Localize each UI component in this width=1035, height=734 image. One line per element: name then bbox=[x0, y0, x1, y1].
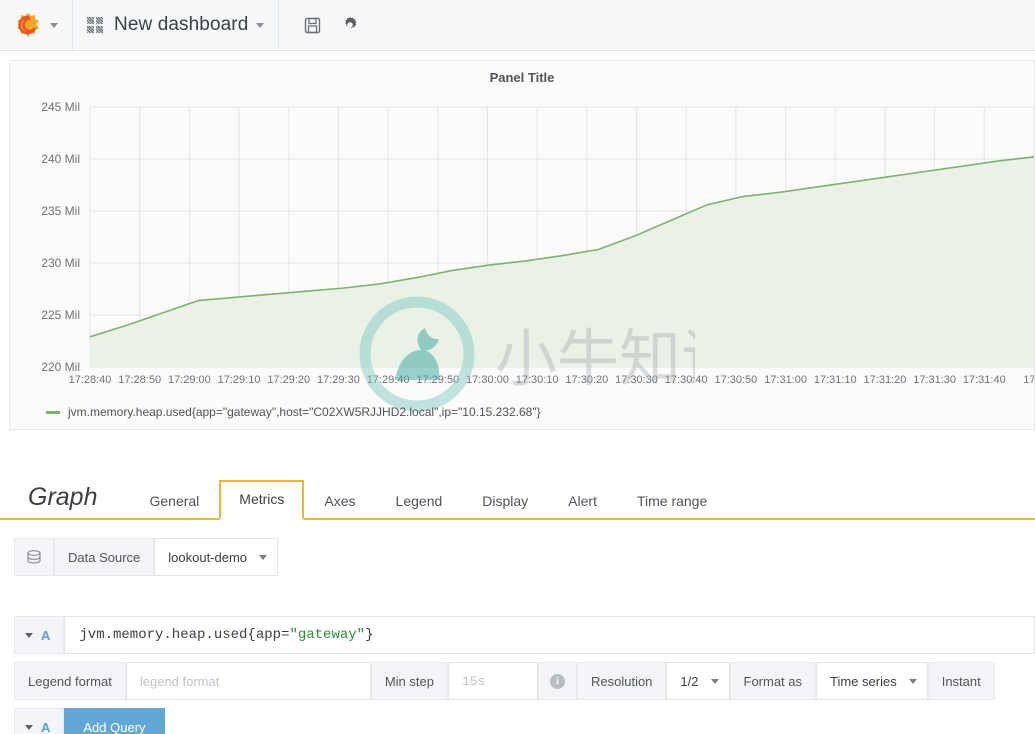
legend-format-input[interactable]: legend format bbox=[125, 662, 371, 700]
svg-text:17:28:50: 17:28:50 bbox=[118, 374, 161, 386]
top-navbar: New dashboard bbox=[0, 0, 1035, 51]
chevron-down-icon bbox=[259, 554, 268, 560]
save-disk-icon[interactable] bbox=[293, 0, 331, 50]
graph-plot-area[interactable]: 220 Mil 225 Mil 230 Mil 235 Mil 240 Mil 245 M… bbox=[10, 87, 1034, 427]
svg-text:17:31:20: 17:31:20 bbox=[864, 374, 907, 386]
graph-panel: Panel Title 220 Mil 225 Mil 230 Mil 235 Mil… bbox=[9, 60, 1035, 430]
datasource-value: lookout-demo bbox=[168, 549, 248, 565]
instant-toggle[interactable]: Instant bbox=[927, 662, 995, 700]
chevron-down-icon bbox=[50, 22, 58, 28]
svg-text:17:29:20: 17:29:20 bbox=[267, 374, 310, 386]
svg-text:17:30:00: 17:30:00 bbox=[466, 374, 509, 386]
navbar-actions bbox=[279, 0, 383, 50]
min-step-input[interactable]: 15s bbox=[447, 662, 538, 700]
chevron-down-icon bbox=[25, 632, 33, 638]
resolution-value: 1/2 bbox=[680, 673, 699, 689]
format-as-select[interactable]: Time series bbox=[816, 662, 928, 700]
panel-editor: Graph General Metrics Axes Legend Displa… bbox=[0, 472, 1035, 734]
chevron-down-icon bbox=[710, 678, 719, 684]
gear-icon[interactable] bbox=[331, 0, 369, 50]
tab-legend[interactable]: Legend bbox=[376, 482, 463, 520]
tab-general[interactable]: General bbox=[129, 482, 219, 520]
svg-text:17:30:40: 17:30:40 bbox=[665, 374, 708, 386]
chevron-down-icon bbox=[25, 724, 33, 730]
svg-text:245 Mil: 245 Mil bbox=[41, 100, 80, 114]
query-options-row: Legend format legend format Min step 15s… bbox=[14, 662, 1035, 700]
add-query-filler bbox=[165, 708, 1035, 734]
svg-text:17:31:00: 17:31:00 bbox=[764, 374, 807, 386]
svg-text:17:30:20: 17:30:20 bbox=[565, 374, 608, 386]
add-query-button[interactable]: Add Query bbox=[64, 708, 165, 734]
add-query-refid[interactable]: A bbox=[14, 708, 65, 734]
graph-svg: 220 Mil 225 Mil 230 Mil 235 Mil 240 Mil 245 M… bbox=[41, 100, 1034, 386]
datasource-row-filler bbox=[278, 538, 1035, 576]
tab-metrics[interactable]: Metrics bbox=[219, 480, 305, 520]
dashboard-picker[interactable]: New dashboard bbox=[73, 0, 280, 50]
svg-text:225 Mil: 225 Mil bbox=[41, 308, 80, 322]
row-gap bbox=[14, 584, 1035, 616]
query-expr-plain: jvm.memory.heap.used{app= bbox=[79, 627, 290, 643]
format-as-label: Format as bbox=[729, 662, 817, 700]
datasource-select[interactable]: lookout-demo bbox=[154, 538, 279, 576]
navbar-filler bbox=[383, 0, 1035, 50]
info-icon-glyph: i bbox=[549, 673, 565, 689]
query-refid-label: A bbox=[41, 627, 51, 643]
info-icon[interactable]: i bbox=[537, 662, 577, 700]
svg-text:240 Mil: 240 Mil bbox=[41, 152, 80, 166]
svg-text:17:30:10: 17:30:10 bbox=[516, 374, 559, 386]
graph-legend[interactable]: jvm.memory.heap.used{app="gateway",host=… bbox=[46, 405, 541, 419]
query-refid-a[interactable]: A bbox=[14, 616, 65, 654]
svg-text:235 Mil: 235 Mil bbox=[41, 204, 80, 218]
database-icon bbox=[14, 538, 54, 576]
chevron-down-icon bbox=[908, 678, 917, 684]
tab-display[interactable]: Display bbox=[462, 482, 548, 520]
query-expression-input[interactable]: jvm.memory.heap.used{app= "gateway"} bbox=[64, 616, 1035, 654]
svg-text:17:29:00: 17:29:00 bbox=[168, 374, 211, 386]
svg-text:17:31:30: 17:31:30 bbox=[913, 374, 956, 386]
svg-text:17:28:40: 17:28:40 bbox=[69, 374, 112, 386]
svg-text:17:30:30: 17:30:30 bbox=[615, 374, 658, 386]
svg-text:17:31:40: 17:31:40 bbox=[963, 374, 1006, 386]
query-expr-string: "gateway" bbox=[289, 627, 366, 643]
legend-color-swatch bbox=[46, 410, 60, 414]
add-query-refid-label: A bbox=[41, 719, 51, 734]
svg-text:220 Mil: 220 Mil bbox=[41, 360, 80, 374]
editor-kind-label: Graph bbox=[28, 483, 98, 511]
svg-text:230 Mil: 230 Mil bbox=[41, 256, 80, 270]
tab-time-range[interactable]: Time range bbox=[617, 482, 727, 520]
tab-alert[interactable]: Alert bbox=[548, 482, 617, 520]
tab-axes[interactable]: Axes bbox=[304, 482, 375, 520]
svg-text:17:29:10: 17:29:10 bbox=[218, 374, 261, 386]
query-options-filler bbox=[995, 662, 1035, 700]
svg-text:17:29:30: 17:29:30 bbox=[317, 374, 360, 386]
min-step-label: Min step bbox=[370, 662, 448, 700]
svg-text:17:30:50: 17:30:50 bbox=[714, 374, 757, 386]
svg-text:17:31:10: 17:31:10 bbox=[814, 374, 857, 386]
datasource-label: Data Source bbox=[54, 538, 155, 576]
grafana-logo-icon bbox=[14, 11, 42, 39]
brand-menu[interactable] bbox=[0, 0, 73, 50]
datasource-row: Data Source lookout-demo bbox=[14, 538, 1035, 576]
resolution-label: Resolution bbox=[576, 662, 667, 700]
editor-tabs: Graph General Metrics Axes Legend Displa… bbox=[0, 472, 1035, 520]
dashboard-title: New dashboard bbox=[114, 14, 249, 35]
dashboard-grid-icon bbox=[87, 17, 103, 33]
format-as-value: Time series bbox=[830, 673, 897, 689]
chevron-down-icon bbox=[256, 22, 265, 28]
query-row-a: A jvm.memory.heap.used{app= "gateway"} bbox=[14, 616, 1035, 654]
legend-label: jvm.memory.heap.used{app="gateway",host=… bbox=[68, 405, 541, 419]
svg-text:17:29:50: 17:29:50 bbox=[416, 374, 459, 386]
query-expr-tail: } bbox=[365, 627, 374, 643]
add-query-row: A Add Query bbox=[14, 708, 1035, 734]
svg-text:17:3: 17:3 bbox=[1023, 374, 1034, 386]
panel-title: Panel Title bbox=[489, 70, 555, 85]
legend-format-label: Legend format bbox=[14, 662, 126, 700]
svg-text:17:29:40: 17:29:40 bbox=[367, 374, 410, 386]
metrics-rows: Data Source lookout-demo A jvm.memory.he… bbox=[0, 520, 1035, 734]
resolution-select[interactable]: 1/2 bbox=[666, 662, 730, 700]
